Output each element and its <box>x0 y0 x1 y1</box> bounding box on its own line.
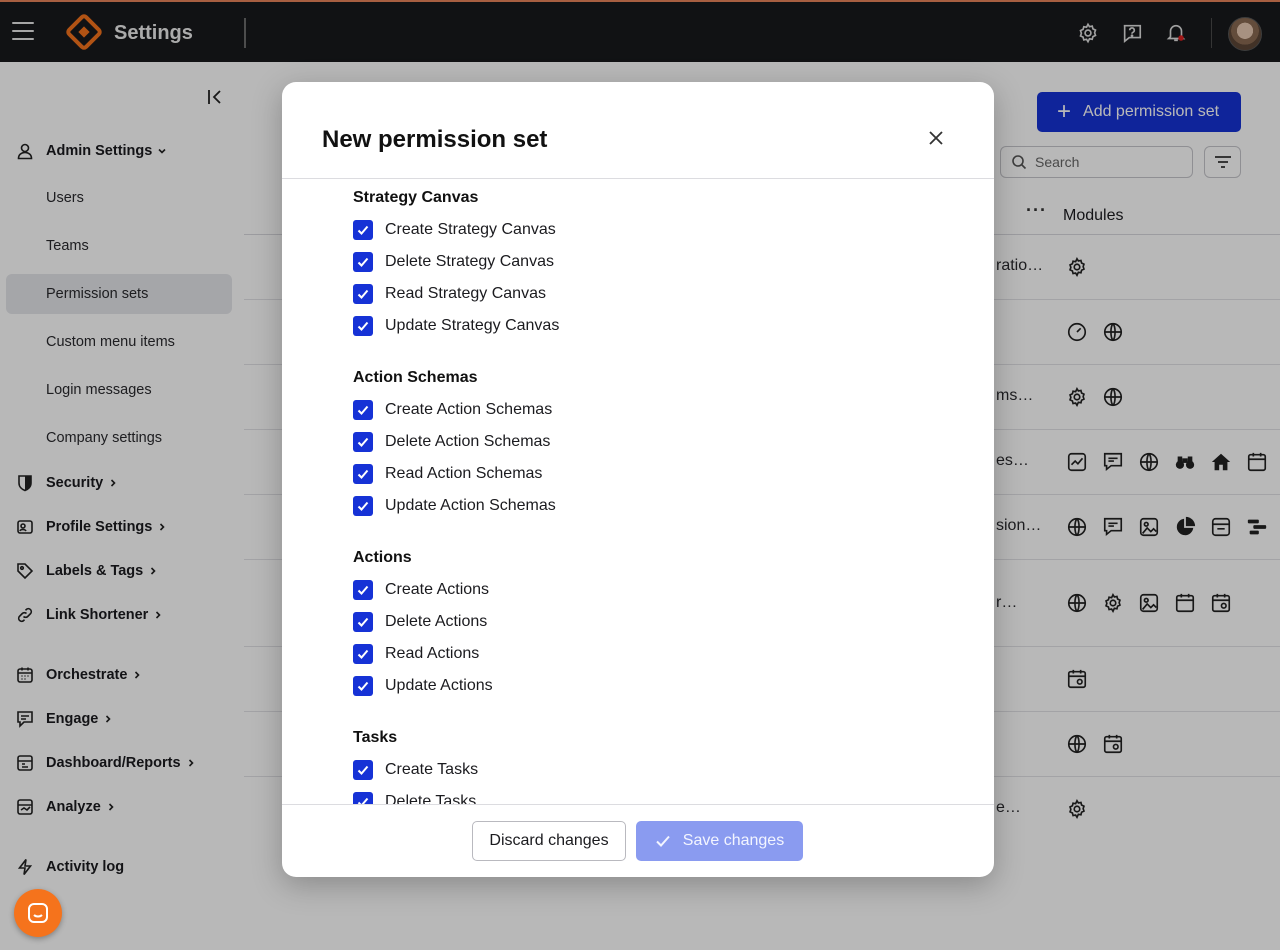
permission-item[interactable]: Update Actions <box>353 670 493 702</box>
check-icon <box>357 765 369 775</box>
permission-item[interactable]: Delete Strategy Canvas <box>353 246 559 278</box>
check-icon <box>357 437 369 447</box>
checkbox-checked[interactable] <box>353 760 373 780</box>
check-icon <box>357 225 369 235</box>
permission-item[interactable]: Read Strategy Canvas <box>353 278 559 310</box>
chat-bubble-icon <box>28 903 48 923</box>
new-permission-set-modal: New permission set Strategy Canvas Creat… <box>282 82 994 877</box>
permission-label: Read Action Schemas <box>385 465 543 482</box>
permission-label: Update Action Schemas <box>385 497 556 514</box>
check-icon <box>357 797 369 804</box>
permission-item[interactable]: Create Strategy Canvas <box>353 214 559 246</box>
permission-item[interactable]: Create Actions <box>353 574 493 606</box>
divider <box>282 804 994 805</box>
permission-section-tasks: Tasks Create Tasks Delete Tasks <box>353 722 478 804</box>
check-icon <box>656 835 670 847</box>
checkbox-checked[interactable] <box>353 316 373 336</box>
permission-label: Create Strategy Canvas <box>385 221 556 238</box>
check-icon <box>357 257 369 267</box>
check-icon <box>357 289 369 299</box>
checkbox-checked[interactable] <box>353 284 373 304</box>
permission-section-actions: Actions Create Actions Delete Actions Re… <box>353 542 493 702</box>
permission-item[interactable]: Update Strategy Canvas <box>353 310 559 342</box>
checkbox-checked[interactable] <box>353 220 373 240</box>
section-title: Strategy Canvas <box>353 189 479 206</box>
modal-body[interactable]: Strategy Canvas Create Strategy Canvas D… <box>282 179 994 804</box>
permission-label: Create Tasks <box>385 761 479 778</box>
check-icon <box>357 321 369 331</box>
checkbox-checked[interactable] <box>353 400 373 420</box>
checkbox-checked[interactable] <box>353 496 373 516</box>
permission-label: Delete Actions <box>385 613 488 630</box>
permission-label: Read Actions <box>385 645 480 662</box>
permission-item[interactable]: Delete Tasks <box>353 786 478 804</box>
checkbox-checked[interactable] <box>353 464 373 484</box>
save-changes-button[interactable]: Save changes <box>636 821 803 861</box>
save-changes-label: Save changes <box>682 832 785 849</box>
permission-label: Update Actions <box>385 677 493 694</box>
permission-label: Delete Tasks <box>385 793 477 804</box>
checkbox-checked[interactable] <box>353 432 373 452</box>
section-title: Action Schemas <box>353 369 478 386</box>
checkbox-checked[interactable] <box>353 580 373 600</box>
permission-item[interactable]: Create Action Schemas <box>353 394 556 426</box>
check-icon <box>357 649 369 659</box>
check-icon <box>357 617 369 627</box>
permission-section-action-schemas: Action Schemas Create Action Schemas Del… <box>353 362 556 522</box>
permission-item[interactable]: Delete Actions <box>353 606 493 638</box>
permission-item[interactable]: Read Action Schemas <box>353 458 556 490</box>
check-icon <box>357 585 369 595</box>
permission-item[interactable]: Delete Action Schemas <box>353 426 556 458</box>
checkbox-checked[interactable] <box>353 676 373 696</box>
check-icon <box>357 501 369 511</box>
section-title: Actions <box>353 549 412 566</box>
discard-changes-button[interactable]: Discard changes <box>472 821 626 861</box>
permission-item[interactable]: Read Actions <box>353 638 493 670</box>
permission-section-strategy-canvas: Strategy Canvas Create Strategy Canvas D… <box>353 182 559 342</box>
checkbox-checked[interactable] <box>353 252 373 272</box>
check-icon <box>357 469 369 479</box>
permission-label: Update Strategy Canvas <box>385 317 560 334</box>
permission-label: Create Actions <box>385 581 490 598</box>
permission-item[interactable]: Update Action Schemas <box>353 490 556 522</box>
checkbox-checked[interactable] <box>353 792 373 804</box>
section-title: Tasks <box>353 729 398 746</box>
permission-label: Read Strategy Canvas <box>385 285 546 302</box>
permission-label: Delete Strategy Canvas <box>385 253 554 270</box>
modal-title: New permission set <box>322 126 548 153</box>
permission-label: Create Action Schemas <box>385 401 553 418</box>
check-icon <box>357 405 369 415</box>
checkbox-checked[interactable] <box>353 612 373 632</box>
permission-item[interactable]: Create Tasks <box>353 754 478 786</box>
support-chat-button[interactable] <box>14 889 62 937</box>
checkbox-checked[interactable] <box>353 644 373 664</box>
close-icon[interactable] <box>926 128 946 148</box>
check-icon <box>357 681 369 691</box>
permission-label: Delete Action Schemas <box>385 433 551 450</box>
